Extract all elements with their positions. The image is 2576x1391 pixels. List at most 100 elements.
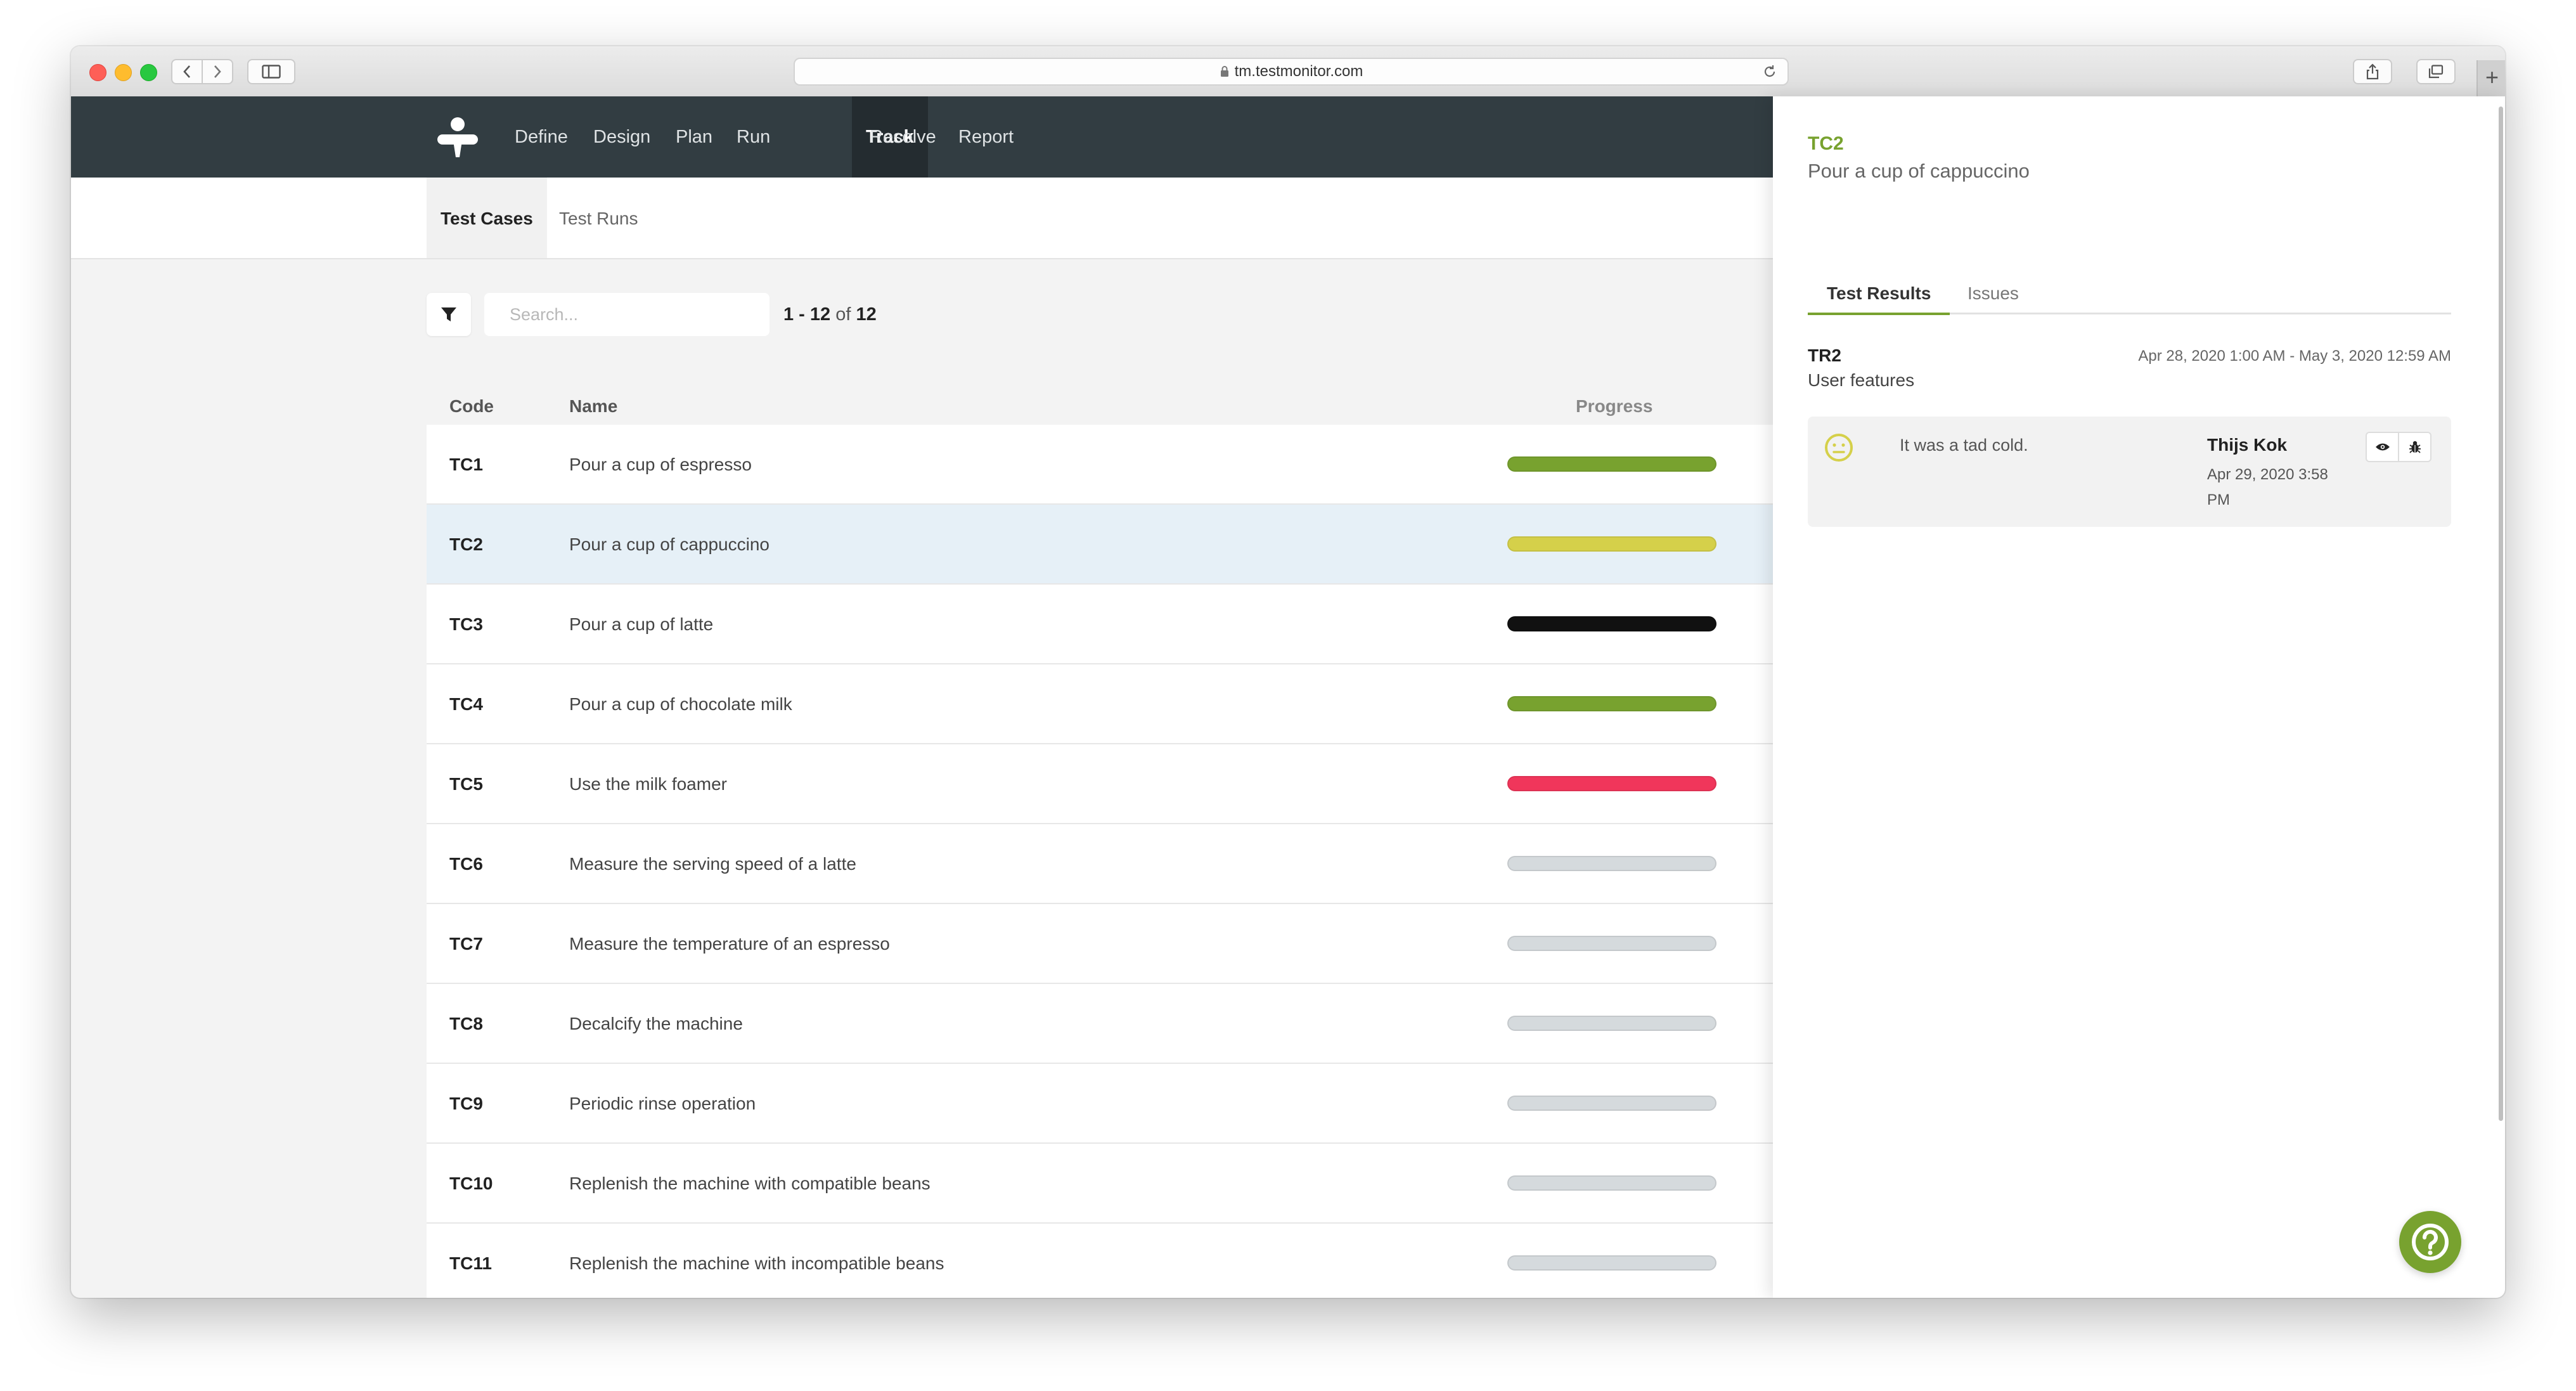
progress-bar — [1507, 536, 1716, 552]
bug-icon — [2409, 441, 2421, 453]
url-text: tm.testmonitor.com — [1234, 63, 1363, 80]
tabs-overview-button[interactable] — [2416, 59, 2456, 84]
test-case-name: Replenish the machine with incompatible … — [569, 1253, 944, 1273]
test-case-name: Pour a cup of latte — [569, 614, 714, 634]
tab-issues[interactable]: Issues — [1967, 276, 2019, 313]
panel-test-case-name: Pour a cup of cappuccino — [1808, 160, 2030, 182]
test-case-detail-panel: TC2 Pour a cup of cappuccino Test Result… — [1773, 96, 2505, 1298]
progress-bar — [1507, 776, 1716, 791]
report-issue-button[interactable] — [2398, 433, 2430, 461]
column-header-name[interactable]: Name — [569, 396, 617, 417]
test-case-name: Periodic rinse operation — [569, 1094, 756, 1113]
progress-bar — [1507, 456, 1716, 472]
nav-run[interactable]: Run — [737, 96, 770, 178]
table-row[interactable]: TC1 Pour a cup of espresso — [427, 425, 1773, 505]
column-header-progress[interactable]: Progress — [1576, 396, 1652, 417]
progress-bar — [1507, 936, 1716, 951]
nav-plan[interactable]: Plan — [676, 96, 712, 178]
test-case-name: Use the milk foamer — [569, 774, 727, 794]
sidebar-toggle-button[interactable] — [247, 59, 295, 84]
filter-button[interactable] — [427, 293, 471, 336]
test-case-name: Decalcify the machine — [569, 1014, 743, 1033]
maximize-window-button[interactable] — [140, 64, 157, 81]
browser-window: tm.testmonitor.com + Define Design Plan … — [71, 46, 2505, 1298]
test-case-code: TC1 — [449, 455, 483, 474]
question-icon — [2412, 1224, 2449, 1260]
tab-test-runs[interactable]: Test Runs — [559, 178, 638, 258]
testmonitor-logo-icon[interactable] — [435, 115, 480, 160]
progress-bar — [1507, 616, 1716, 631]
new-tab-button[interactable]: + — [2476, 60, 2505, 96]
nav-design[interactable]: Design — [593, 96, 650, 178]
test-result-card: It was a tad cold. Thijs Kok Apr 29, 202… — [1808, 417, 2451, 527]
table-row-selected[interactable]: TC2 Pour a cup of cappuccino — [427, 505, 1773, 585]
progress-bar — [1507, 1016, 1716, 1031]
test-case-name: Pour a cup of chocolate milk — [569, 694, 792, 714]
help-button[interactable] — [2399, 1211, 2461, 1273]
panel-scrollbar[interactable] — [2499, 107, 2503, 1121]
nav-report[interactable]: Report — [958, 96, 1014, 178]
test-case-name: Pour a cup of espresso — [569, 455, 752, 474]
table-row[interactable]: TC11 Replenish the machine with incompat… — [427, 1224, 1773, 1298]
tabs-icon — [2428, 65, 2444, 79]
test-case-code: TC10 — [449, 1174, 493, 1193]
pagination-range: 1 - 12 — [783, 304, 831, 325]
table-row[interactable]: TC6 Measure the serving speed of a latte — [427, 824, 1773, 904]
table-row[interactable]: TC10 Replenish the machine with compatib… — [427, 1144, 1773, 1224]
pagination-total: 12 — [856, 304, 877, 325]
test-run-date-range: Apr 28, 2020 1:00 AM - May 3, 2020 12:59… — [2138, 347, 2451, 365]
tab-test-cases[interactable]: Test Cases — [427, 178, 547, 258]
progress-bar — [1507, 696, 1716, 711]
minimize-window-button[interactable] — [115, 64, 132, 81]
reload-icon[interactable] — [1762, 64, 1777, 79]
lock-icon — [1220, 66, 1228, 77]
chevron-right-icon — [214, 65, 221, 78]
test-case-code: TC7 — [449, 934, 483, 954]
result-user: Thijs Kok — [2207, 435, 2288, 455]
tab-test-results[interactable]: Test Results — [1808, 276, 1950, 315]
eye-icon — [2375, 443, 2390, 451]
test-case-code: TC11 — [449, 1253, 492, 1273]
search-input[interactable] — [484, 293, 770, 336]
panel-tabs: Test Results Issues — [1808, 276, 2451, 315]
view-result-button[interactable] — [2367, 433, 2398, 461]
sub-navigation: Test Cases Test Runs — [71, 178, 1773, 259]
test-run-code[interactable]: TR2 — [1808, 346, 1841, 366]
forward-button[interactable] — [202, 59, 233, 84]
share-button[interactable] — [2353, 59, 2392, 84]
pagination-count: 1 - 12 of 12 — [783, 293, 877, 336]
browser-titlebar: tm.testmonitor.com + — [71, 46, 2505, 98]
test-case-code: TC2 — [449, 534, 483, 554]
table-row[interactable]: TC8 Decalcify the machine — [427, 984, 1773, 1064]
table-row[interactable]: TC5 Use the milk foamer — [427, 744, 1773, 824]
nav-resolve[interactable]: Resolve — [870, 96, 936, 178]
table-row[interactable]: TC9 Periodic rinse operation — [427, 1064, 1773, 1144]
progress-bar — [1507, 856, 1716, 871]
test-case-name: Pour a cup of cappuccino — [569, 534, 770, 554]
test-case-code: TC4 — [449, 694, 483, 714]
result-date: Apr 29, 2020 3:58 PM — [2207, 466, 2328, 508]
result-actions — [2366, 432, 2431, 462]
table-row[interactable]: TC4 Pour a cup of chocolate milk — [427, 664, 1773, 744]
table-row[interactable]: TC7 Measure the temperature of an espres… — [427, 904, 1773, 984]
test-case-code: TC6 — [449, 854, 483, 874]
progress-bar — [1507, 1096, 1716, 1111]
test-case-code: TC8 — [449, 1014, 483, 1033]
test-case-name: Measure the temperature of an espresso — [569, 934, 890, 954]
test-case-name: Replenish the machine with compatible be… — [569, 1174, 931, 1193]
back-button[interactable] — [171, 59, 203, 84]
test-case-code: TC5 — [449, 774, 483, 794]
nav-define[interactable]: Define — [515, 96, 568, 178]
pagination-of: of — [835, 304, 851, 325]
test-run-name: User features — [1808, 370, 1915, 390]
panel-test-case-code: TC2 — [1808, 133, 1844, 154]
table-row[interactable]: TC3 Pour a cup of latte — [427, 585, 1773, 664]
chevron-left-icon — [183, 65, 190, 78]
main-navigation: Define Design Plan Run Track Resolve Rep… — [71, 96, 1773, 178]
result-comment: It was a tad cold. — [1900, 436, 2028, 455]
filter-icon — [441, 307, 456, 321]
column-header-code[interactable]: Code — [449, 396, 494, 417]
close-window-button[interactable] — [89, 64, 106, 81]
progress-bar — [1507, 1255, 1716, 1271]
address-bar[interactable]: tm.testmonitor.com — [794, 58, 1789, 86]
